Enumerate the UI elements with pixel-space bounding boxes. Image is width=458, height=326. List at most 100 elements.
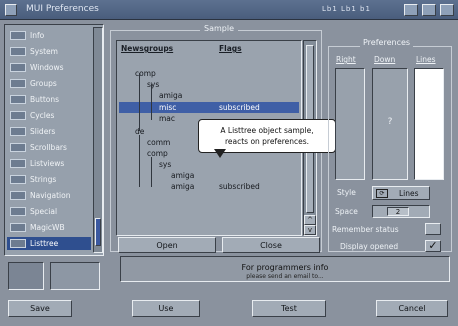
class-list-item-label: Info bbox=[30, 31, 45, 40]
tree-branch-line bbox=[139, 73, 140, 131]
class-icon bbox=[10, 191, 26, 200]
class-list-item-label: Special bbox=[30, 207, 58, 216]
checkmark-icon: ✓ bbox=[428, 239, 438, 252]
zoom-gadget-icon[interactable] bbox=[404, 4, 418, 16]
close-button[interactable]: Close bbox=[222, 237, 320, 253]
tree-header-flags[interactable]: Flags bbox=[219, 44, 242, 53]
class-list[interactable]: Info System Windows Groups Buttons Cycles Slid… bbox=[4, 24, 104, 256]
right-column-label: Right bbox=[336, 55, 356, 64]
right-image-selector[interactable] bbox=[335, 68, 365, 180]
title-bar[interactable]: MUI Preferences Lb1 Lb1 b1 bbox=[0, 0, 458, 20]
class-list-item[interactable]: Listviews bbox=[7, 157, 91, 170]
class-list-scroll-knob[interactable] bbox=[95, 218, 101, 246]
lines-column-label: Lines bbox=[416, 55, 436, 64]
class-list-item-label: Strings bbox=[30, 175, 57, 184]
class-list-item-label: Cycles bbox=[30, 111, 55, 120]
space-label: Space bbox=[335, 207, 358, 216]
close-window-icon[interactable] bbox=[5, 4, 17, 16]
info-text: For programmers info bbox=[241, 263, 329, 272]
space-value[interactable]: 2 bbox=[387, 207, 409, 216]
class-icon bbox=[10, 207, 26, 216]
title-gadgets-label: Lb1 Lb1 b1 bbox=[322, 5, 371, 13]
class-icon bbox=[10, 31, 26, 40]
class-list-scrollbar[interactable] bbox=[93, 27, 103, 253]
class-list-item-label: Windows bbox=[30, 63, 64, 72]
tree-node[interactable]: amiga bbox=[159, 90, 182, 101]
class-list-item[interactable]: Info bbox=[7, 29, 91, 42]
class-list-item[interactable]: Special bbox=[7, 205, 91, 218]
style-cycle[interactable]: ⟳ Lines bbox=[372, 186, 430, 200]
tree-branch-line bbox=[151, 84, 152, 120]
scroll-down-arrow-icon[interactable]: v bbox=[304, 225, 316, 235]
save-button[interactable]: Save bbox=[8, 300, 72, 317]
tree-node[interactable]: sys bbox=[159, 159, 171, 170]
remember-status-checkbox[interactable] bbox=[425, 223, 441, 235]
scroll-up-arrow-icon[interactable]: ^ bbox=[304, 215, 316, 225]
class-list-item[interactable]: System bbox=[7, 45, 91, 58]
style-value: Lines bbox=[399, 189, 419, 198]
info-subtext: please send an email to... bbox=[246, 273, 324, 280]
tree-header-newsgroups[interactable]: Newsgroups bbox=[121, 44, 173, 53]
class-list-item-label: Sliders bbox=[30, 127, 56, 136]
tree-selected-row bbox=[119, 102, 299, 113]
class-icon bbox=[10, 239, 26, 248]
class-icon bbox=[10, 63, 26, 72]
tree-node-flags: subscribed bbox=[219, 103, 260, 112]
image-preview bbox=[8, 262, 44, 290]
window-title: MUI Preferences bbox=[26, 4, 99, 14]
class-list-item-label: Buttons bbox=[30, 95, 60, 104]
image-preview-frame bbox=[50, 262, 100, 290]
tree-branch-line bbox=[139, 135, 140, 187]
tooltip-line-1: A Listtree object sample, bbox=[220, 126, 314, 135]
class-list-item-label: Groups bbox=[30, 79, 57, 88]
class-icon bbox=[10, 223, 26, 232]
class-list-item[interactable]: Navigation bbox=[7, 189, 91, 202]
class-list-item[interactable]: Scrollbars bbox=[7, 141, 91, 154]
class-icon bbox=[10, 95, 26, 104]
tree-node[interactable]: sys bbox=[147, 79, 159, 90]
class-list-item[interactable]: Sliders bbox=[7, 125, 91, 138]
depth-gadget-icon[interactable] bbox=[440, 4, 454, 16]
tree-branch-line bbox=[151, 157, 152, 187]
info-box: For programmers info please send an emai… bbox=[120, 256, 450, 282]
tooltip-pointer bbox=[214, 149, 226, 158]
class-list-item[interactable]: MagicWB bbox=[7, 221, 91, 234]
class-icon bbox=[10, 79, 26, 88]
class-list-item[interactable]: Listtree bbox=[7, 237, 91, 250]
remember-status-label: Remember status bbox=[332, 225, 399, 234]
test-button[interactable]: Test bbox=[252, 300, 326, 317]
lines-color-selector[interactable] bbox=[414, 68, 444, 180]
class-list-item[interactable]: Groups bbox=[7, 77, 91, 90]
display-opened-checkbox[interactable]: ✓ bbox=[425, 240, 441, 252]
preferences-group-label: Preferences bbox=[360, 38, 414, 47]
tree-node[interactable]: amiga bbox=[171, 170, 194, 181]
down-column-label: Down bbox=[374, 55, 396, 64]
open-button[interactable]: Open bbox=[118, 237, 216, 253]
tree-node[interactable]: mac bbox=[159, 113, 175, 124]
class-list-item-label: System bbox=[30, 47, 58, 56]
display-opened-label: Display opened bbox=[340, 242, 399, 251]
tree-node[interactable]: comm bbox=[147, 137, 170, 148]
class-list-item[interactable]: Strings bbox=[7, 173, 91, 186]
use-button[interactable]: Use bbox=[132, 300, 200, 317]
class-icon bbox=[10, 127, 26, 136]
class-list-item[interactable]: Cycles bbox=[7, 109, 91, 122]
iconify-gadget-icon[interactable] bbox=[422, 4, 436, 16]
down-image-selector[interactable]: ? bbox=[372, 68, 408, 180]
tree-node[interactable]: misc bbox=[159, 102, 176, 113]
class-list-item-label: Listtree bbox=[30, 239, 59, 248]
class-list-item-label: MagicWB bbox=[30, 223, 65, 232]
tooltip-line-2: reacts on preferences. bbox=[224, 137, 310, 146]
space-field[interactable]: 2 bbox=[372, 205, 430, 218]
class-list-item-label: Navigation bbox=[30, 191, 71, 200]
cancel-button[interactable]: Cancel bbox=[376, 300, 448, 317]
class-list-item[interactable]: Windows bbox=[7, 61, 91, 74]
class-list-item[interactable]: Buttons bbox=[7, 93, 91, 106]
class-icon bbox=[10, 47, 26, 56]
class-list-item-label: Listviews bbox=[30, 159, 65, 168]
class-list-item-label: Scrollbars bbox=[30, 143, 67, 152]
class-icon bbox=[10, 175, 26, 184]
sample-tooltip: A Listtree object sample, reacts on pref… bbox=[198, 119, 336, 153]
style-label: Style bbox=[337, 188, 356, 197]
tree-node[interactable]: amiga bbox=[171, 181, 194, 192]
